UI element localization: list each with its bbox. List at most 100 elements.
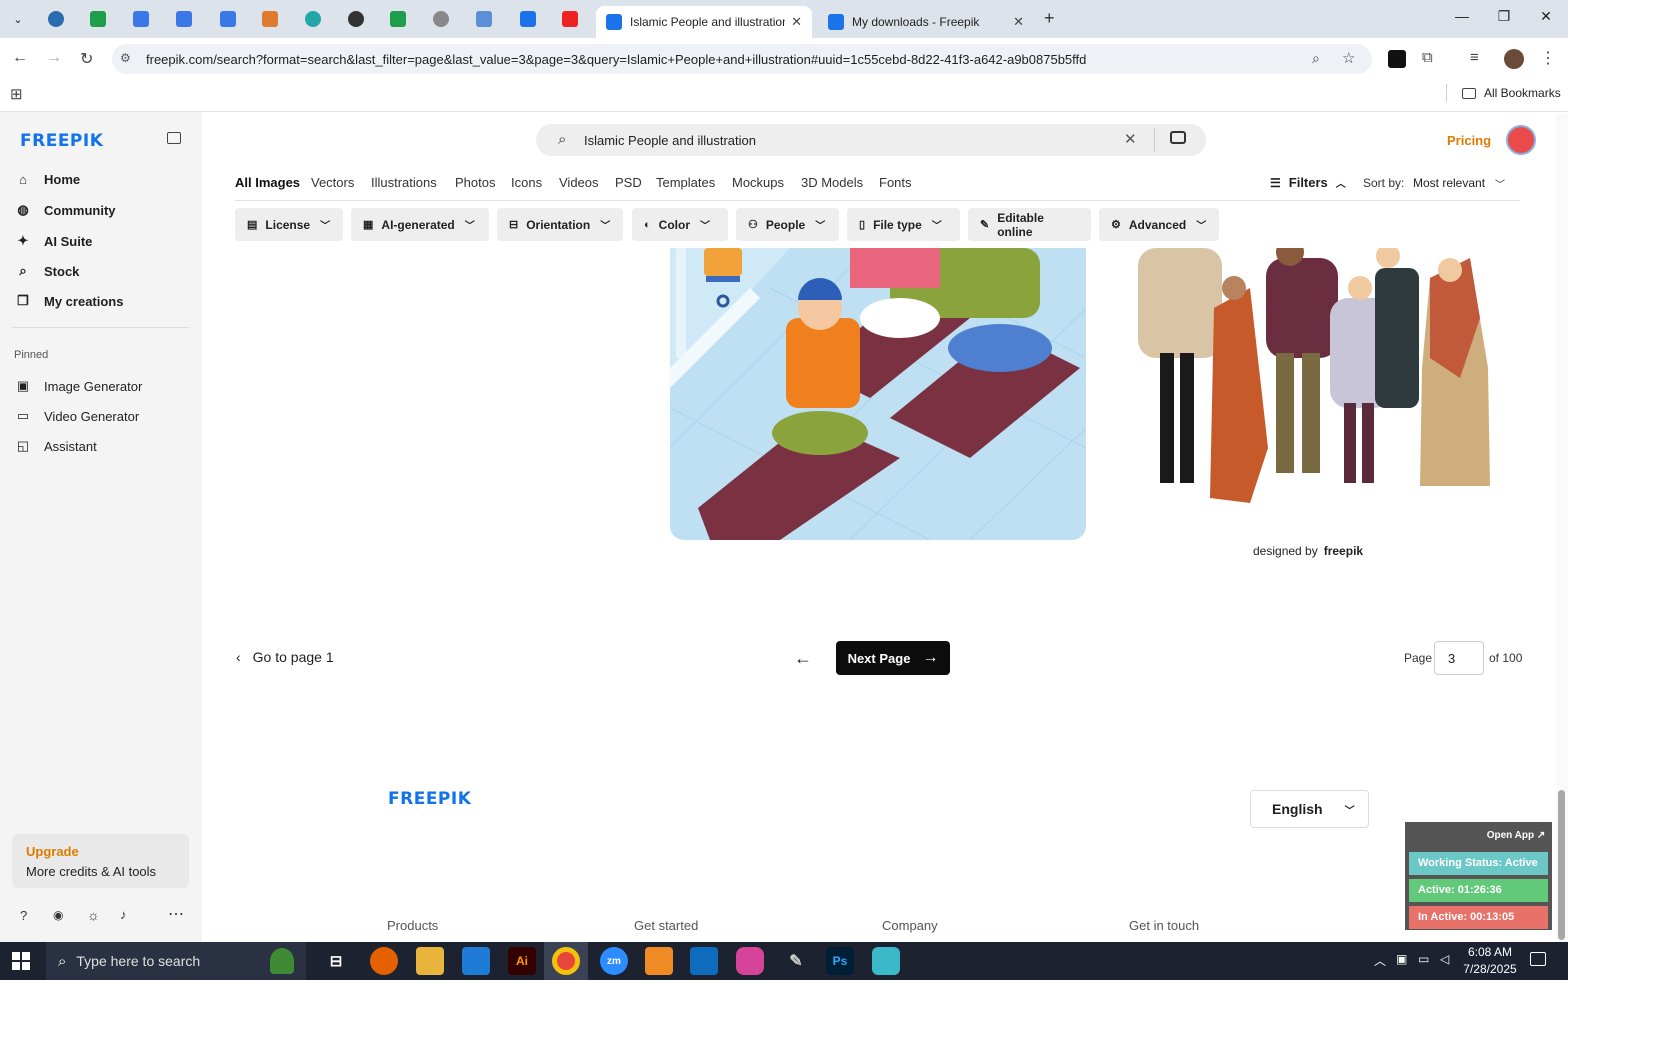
tab-search-button[interactable]: ⌄ — [2, 6, 34, 32]
file-explorer-icon[interactable] — [416, 947, 444, 975]
sidebar-item-image-generator[interactable]: ▣ Image Generator — [14, 378, 142, 394]
pinned-tab[interactable] — [212, 6, 244, 32]
vscode-icon[interactable] — [462, 947, 490, 975]
browser-tab[interactable]: My downloads - Freepik ✕ — [818, 6, 1034, 38]
collapse-sidebar-icon[interactable] — [167, 132, 181, 144]
minimize-icon[interactable]: — — [1442, 8, 1482, 24]
freepik-logo[interactable]: FREEPIK — [20, 131, 103, 151]
go-to-first-page[interactable]: ‹ Go to page 1 — [236, 649, 334, 665]
windows-start-icon[interactable] — [12, 952, 30, 970]
bookmark-star-icon[interactable]: ☆ — [1342, 49, 1355, 67]
network-icon[interactable]: ▭ — [1418, 952, 1429, 966]
photoshop-icon[interactable]: Ps — [826, 947, 854, 975]
pinned-tab[interactable] — [82, 6, 114, 32]
chrome-icon[interactable] — [552, 947, 580, 975]
filters-toggle[interactable]: ☰ Filters ︿ — [1270, 175, 1346, 190]
creative-cloud-icon[interactable] — [736, 947, 764, 975]
sidebar-item-stock[interactable]: ⌕ Stock — [14, 263, 79, 279]
notifications-icon[interactable] — [1530, 952, 1546, 966]
illustrator-icon[interactable]: Ai — [508, 947, 536, 975]
restore-icon[interactable]: ❐ — [1484, 8, 1524, 25]
close-icon[interactable]: ✕ — [791, 14, 802, 30]
all-bookmarks-button[interactable]: All Bookmarks — [1462, 86, 1561, 100]
pen-tool-icon[interactable]: ✎ — [782, 947, 810, 975]
pinned-tab[interactable] — [468, 6, 500, 32]
language-select[interactable]: English ﹀ — [1250, 790, 1369, 828]
chevron-up-icon[interactable]: ︿ — [1374, 952, 1386, 969]
pinned-tab[interactable] — [340, 6, 372, 32]
app-icon[interactable] — [872, 947, 900, 975]
outlook-icon[interactable] — [690, 947, 718, 975]
tab-templates[interactable]: Templates — [656, 175, 715, 190]
close-icon[interactable]: ✕ — [1013, 14, 1024, 30]
profile-avatar[interactable] — [1504, 49, 1524, 69]
pinned-tab[interactable] — [125, 6, 157, 32]
zoom-icon[interactable]: ⌕ — [1312, 50, 1320, 67]
open-app-button[interactable]: Open App ↗ — [1485, 828, 1547, 844]
pinned-tab[interactable] — [554, 6, 586, 32]
firefox-icon[interactable] — [370, 947, 398, 975]
more-icon[interactable]: ⋯ — [168, 904, 184, 924]
search-input[interactable]: Islamic People and illustration — [584, 133, 756, 148]
tab-videos[interactable]: Videos — [559, 175, 599, 190]
more-menu-icon[interactable]: ⋮ — [1540, 48, 1556, 68]
camera-search-icon[interactable] — [1170, 131, 1186, 144]
extensions-puzzle-icon[interactable]: ⧉ — [1422, 49, 1433, 66]
tab-icons[interactable]: Icons — [511, 175, 542, 190]
upgrade-card[interactable]: Upgrade More credits & AI tools — [12, 834, 189, 888]
filter-people[interactable]: ⚇ People ﹀ — [736, 208, 839, 241]
pricing-link[interactable]: Pricing — [1447, 133, 1491, 148]
pinned-tab[interactable] — [168, 6, 200, 32]
tab-photos[interactable]: Photos — [455, 175, 495, 190]
filter-advanced[interactable]: ⚙ Advanced ﹀ — [1099, 208, 1219, 241]
extension-icon[interactable] — [1388, 50, 1406, 68]
pinned-tab[interactable] — [297, 6, 329, 32]
sidebar-item-community[interactable]: ◍ Community — [14, 202, 115, 218]
tab-mockups[interactable]: Mockups — [732, 175, 784, 190]
tab-illustrations[interactable]: Illustrations — [371, 175, 437, 190]
next-page-button[interactable]: Next Page → — [836, 641, 950, 675]
clock[interactable]: 6:08 AM 7/28/2025 — [1462, 945, 1518, 976]
sidebar-item-assistant[interactable]: ◱ Assistant — [14, 438, 97, 454]
sidebar-item-home[interactable]: ⌂ Home — [14, 172, 80, 187]
apps-grid-icon[interactable]: ⊞ — [10, 85, 23, 103]
tab-fonts[interactable]: Fonts — [879, 175, 912, 190]
sidebar-item-ai-suite[interactable]: ✦ AI Suite — [14, 233, 93, 249]
tab-vectors[interactable]: Vectors — [311, 175, 354, 190]
tab-all-images[interactable]: All Images — [235, 175, 300, 190]
volume-icon[interactable]: ◁ — [1440, 952, 1449, 966]
scrollbar-thumb[interactable] — [1558, 790, 1565, 940]
task-view-icon[interactable]: ⊟ — [322, 947, 350, 975]
filter-editable-online[interactable]: ✎ Editable online — [968, 208, 1091, 241]
back-icon[interactable]: ← — [12, 49, 28, 67]
pinned-tab[interactable] — [254, 6, 286, 32]
help-icon[interactable]: ? — [20, 908, 27, 923]
url-text[interactable]: freepik.com/search?format=search&last_fi… — [146, 52, 1086, 67]
previous-page-button[interactable]: ← — [786, 641, 820, 675]
filter-license[interactable]: ▤ License ﹀ — [235, 208, 343, 241]
sort-select[interactable]: Most relevant ﹀ — [1413, 176, 1505, 191]
zoom-app-icon[interactable]: zm — [600, 947, 628, 975]
forward-icon[interactable]: → — [46, 49, 62, 67]
pinned-tab[interactable] — [382, 6, 414, 32]
pinned-tab[interactable] — [512, 6, 544, 32]
taskbar-search[interactable]: ⌕ Type here to search — [46, 942, 306, 980]
discord-icon[interactable]: ◉ — [53, 908, 63, 922]
bell-icon[interactable]: ♪ — [120, 907, 127, 922]
tab-3d-models[interactable]: 3D Models — [801, 175, 863, 190]
result-image-diverse-people[interactable] — [1130, 238, 1500, 510]
footer-logo[interactable]: FREEPIK — [388, 789, 471, 809]
xampp-icon[interactable] — [645, 947, 673, 975]
filter-orientation[interactable]: ⊟ Orientation ﹀ — [497, 208, 623, 241]
theme-sun-icon[interactable]: ☼ — [87, 907, 100, 923]
reload-icon[interactable]: ↻ — [80, 49, 93, 69]
sidebar-item-video-generator[interactable]: ▭ Video Generator — [14, 408, 139, 424]
pinned-tab[interactable] — [40, 6, 72, 32]
user-avatar[interactable] — [1506, 125, 1536, 155]
site-info-icon[interactable]: ⚙ — [120, 51, 131, 65]
tray-app-icon[interactable]: ▣ — [1396, 952, 1407, 966]
sidebar-item-my-creations[interactable]: ❐ My creations — [14, 293, 123, 309]
pinned-tab[interactable] — [425, 6, 457, 32]
filter-ai-generated[interactable]: ▦ AI-generated ﹀ — [351, 208, 489, 241]
result-image-prayer[interactable] — [670, 248, 1086, 540]
